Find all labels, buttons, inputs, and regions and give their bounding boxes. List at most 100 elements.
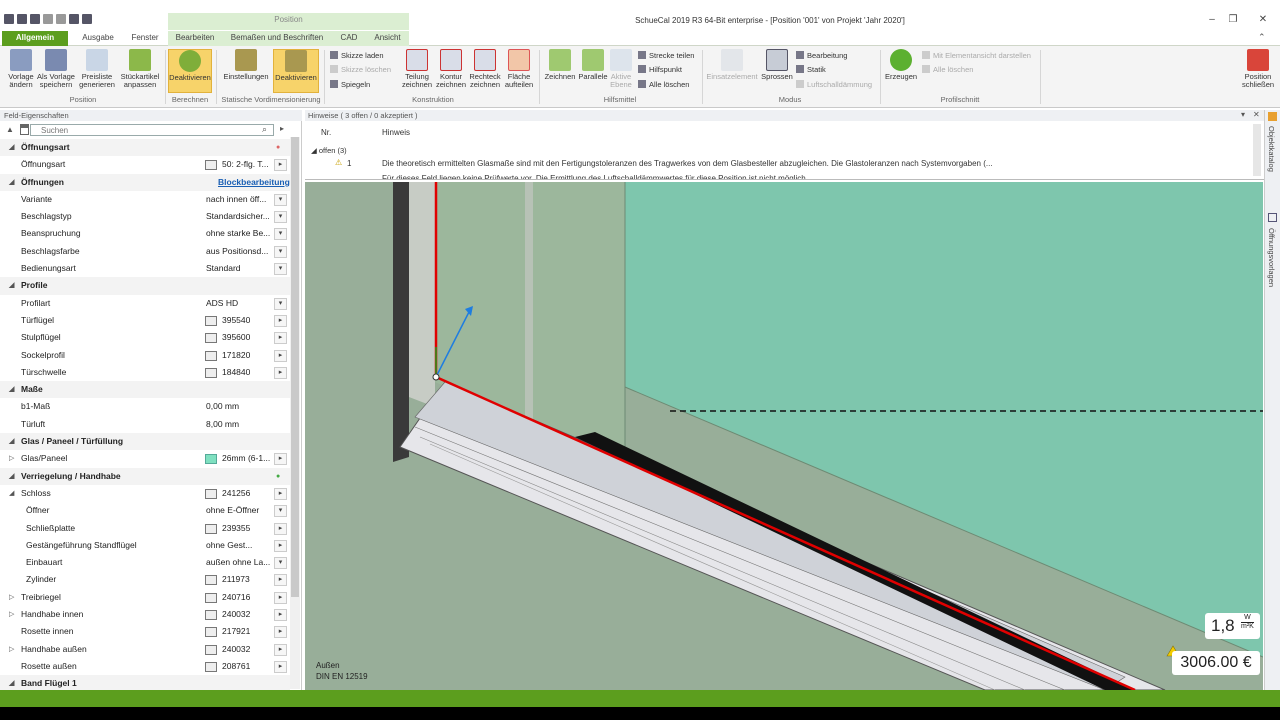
property-row[interactable]: Rosette innen 217921 ▸ <box>0 623 290 640</box>
dropdown-button[interactable]: ▾ <box>274 297 287 310</box>
property-section[interactable]: ◢ Öffnungen Blockbearbeitung <box>0 173 290 191</box>
statik-einstellungen-button[interactable]: Einstellungen <box>222 49 270 93</box>
property-row[interactable]: ▷ Handhabe innen 240032 ▸ <box>0 606 290 623</box>
property-value[interactable]: 239355 <box>222 520 272 537</box>
property-row[interactable]: Öffner ohne E-Öffner ▾ <box>0 502 290 519</box>
als-vorlage-speichern-button[interactable]: Als Vorlage speichern <box>37 49 75 93</box>
row-expand-icon[interactable]: ▷ <box>9 450 14 467</box>
vorlage-aendern-button[interactable]: Vorlage ändern <box>2 49 40 93</box>
section-collapse-icon[interactable]: ◢ <box>9 381 14 398</box>
tab-bearbeiten[interactable]: Bearbeiten <box>168 31 222 46</box>
property-row[interactable]: Zylinder 211973 ▸ <box>0 571 290 588</box>
bearbeitung-button[interactable]: Bearbeitung <box>796 50 847 61</box>
tab-allgemein[interactable]: Allgemein <box>2 31 68 46</box>
property-value[interactable]: 240032 <box>222 606 272 623</box>
reset-icon[interactable]: ● <box>276 139 280 156</box>
property-value[interactable]: 184840 <box>222 364 272 381</box>
property-value[interactable]: 171820 <box>222 347 272 364</box>
save-icon[interactable] <box>30 14 40 24</box>
elementansicht-button[interactable]: Mit Elementansicht darstellen <box>922 50 1031 61</box>
select-button[interactable]: ▸ <box>274 487 287 500</box>
property-search-input[interactable] <box>30 124 274 136</box>
property-row[interactable]: b1-Maß 0,00 mm <box>0 398 290 415</box>
select-button[interactable]: ▸ <box>274 539 287 552</box>
property-row[interactable]: Schließplatte 239355 ▸ <box>0 520 290 537</box>
section-collapse-icon[interactable]: ◢ <box>9 139 14 156</box>
collapse-all-icon[interactable]: ▲ <box>6 125 14 134</box>
dropdown-button[interactable]: ▾ <box>274 228 287 241</box>
property-value[interactable]: 211973 <box>222 571 272 588</box>
statik-deaktivieren-button[interactable]: Deaktivieren <box>273 49 319 93</box>
dropdown-button[interactable]: ▾ <box>274 557 287 570</box>
tab-ansicht[interactable]: Ansicht <box>366 31 409 46</box>
select-button[interactable]: ▸ <box>274 643 287 656</box>
property-row[interactable]: Beschlagstyp Standardsicher... ▾ <box>0 208 290 225</box>
property-value[interactable]: ohne E-Öffner <box>206 502 272 519</box>
row-expand-icon[interactable]: ◢ <box>9 485 14 502</box>
skizze-loeschen-button[interactable]: Skizze löschen <box>330 64 391 75</box>
rechteck-zeichnen-button[interactable]: Rechteck zeichnen <box>466 49 504 93</box>
scrollbar-thumb[interactable] <box>291 137 299 597</box>
hints-group[interactable]: ◢ offen (3) <box>311 146 347 155</box>
property-row[interactable]: ▷ Handhabe außen 240032 ▸ <box>0 641 290 658</box>
property-value[interactable]: 217921 <box>222 623 272 640</box>
property-value[interactable]: ADS HD <box>206 295 272 312</box>
row-expand-icon[interactable]: ▷ <box>9 641 14 658</box>
dropdown-button[interactable]: ▾ <box>274 211 287 224</box>
select-button[interactable]: ▸ <box>274 660 287 673</box>
property-value[interactable]: Standard <box>206 260 272 277</box>
pin-icon[interactable]: ▾ <box>1241 110 1245 119</box>
dropdown-button[interactable]: ▾ <box>274 245 287 258</box>
property-section[interactable]: ◢ Öffnungsart ● <box>0 139 290 157</box>
berechnen-deaktivieren-button[interactable]: Deaktivieren <box>168 49 212 93</box>
grid-icon[interactable] <box>69 14 79 24</box>
property-value[interactable]: 395600 <box>222 329 272 346</box>
property-row[interactable]: Variante nach innen öff... ▾ <box>0 191 290 208</box>
property-row[interactable]: Öffnungsart 50: 2-flg. T... ▸ <box>0 156 290 173</box>
blockbearbeitung-link[interactable]: Blockbearbeitung <box>218 174 290 191</box>
property-value[interactable]: ohne Gest... <box>206 537 272 554</box>
dropdown-button[interactable]: ▾ <box>274 263 287 276</box>
hint-text[interactable]: Die theoretisch ermittelten Glasmaße sin… <box>382 159 1052 168</box>
property-row[interactable]: Gestängeführung Standflügel ohne Gest... ▸ <box>0 537 290 554</box>
hints-close-icon[interactable]: ✕ <box>1253 110 1260 119</box>
property-row[interactable]: ▷ Glas/Paneel 26mm (6-1... ▸ <box>0 450 290 467</box>
profilschnitt-alle-loeschen-button[interactable]: Alle löschen <box>922 64 973 75</box>
flaeche-aufteilen-button[interactable]: Fläche aufteilen <box>500 49 538 93</box>
property-row[interactable]: Einbauart außen ohne La... ▾ <box>0 554 290 571</box>
skizze-laden-button[interactable]: Skizze laden <box>330 50 384 61</box>
redo-icon[interactable] <box>56 14 66 24</box>
statik-button[interactable]: Statik <box>796 64 826 75</box>
select-button[interactable]: ▸ <box>274 591 287 604</box>
property-value[interactable]: 240716 <box>222 589 272 606</box>
stueckartikel-button[interactable]: Stückartikel anpassen <box>118 49 162 93</box>
property-row[interactable]: Türflügel 395540 ▸ <box>0 312 290 329</box>
property-section[interactable]: ◢ Verriegelung / Handhabe ● <box>0 467 290 485</box>
property-row[interactable]: Bedienungsart Standard ▾ <box>0 260 290 277</box>
property-section[interactable]: ◢ Maße <box>0 381 290 399</box>
tab-cad[interactable]: CAD <box>332 31 366 46</box>
close-icon[interactable]: ✕ <box>1255 14 1271 26</box>
property-value[interactable]: aus Positionsd... <box>206 243 272 260</box>
luftschalldaemmung-button[interactable]: Luftschalldämmung <box>796 79 872 90</box>
toolbar-icon[interactable] <box>82 14 92 24</box>
dropdown-button[interactable]: ▾ <box>274 505 287 518</box>
property-value[interactable]: Standardsicher... <box>206 208 272 225</box>
property-value[interactable]: 50: 2-flg. T... <box>222 156 272 173</box>
tab-ausgabe[interactable]: Ausgabe <box>74 31 122 46</box>
teilung-zeichnen-button[interactable]: Teilung zeichnen <box>398 49 436 93</box>
property-value[interactable]: außen ohne La... <box>206 554 272 571</box>
select-button[interactable]: ▸ <box>274 574 287 587</box>
property-row[interactable]: Sockelprofil 171820 ▸ <box>0 347 290 364</box>
row-expand-icon[interactable]: ▷ <box>9 606 14 623</box>
property-value[interactable]: ohne starke Be... <box>206 225 272 242</box>
property-section[interactable]: ◢ Glas / Paneel / Türfüllung <box>0 433 290 451</box>
select-button[interactable]: ▸ <box>274 626 287 639</box>
hints-scrollbar[interactable] <box>1253 124 1261 176</box>
select-button[interactable]: ▸ <box>274 366 287 379</box>
erzeugen-button[interactable]: Erzeugen <box>882 49 920 93</box>
property-value[interactable]: 241256 <box>222 485 272 502</box>
preisliste-button[interactable]: Preisliste generieren <box>78 49 116 93</box>
property-row[interactable]: Beschlagsfarbe aus Positionsd... ▾ <box>0 243 290 260</box>
tab-bemassen[interactable]: Bemaßen und Beschriften <box>222 31 332 46</box>
